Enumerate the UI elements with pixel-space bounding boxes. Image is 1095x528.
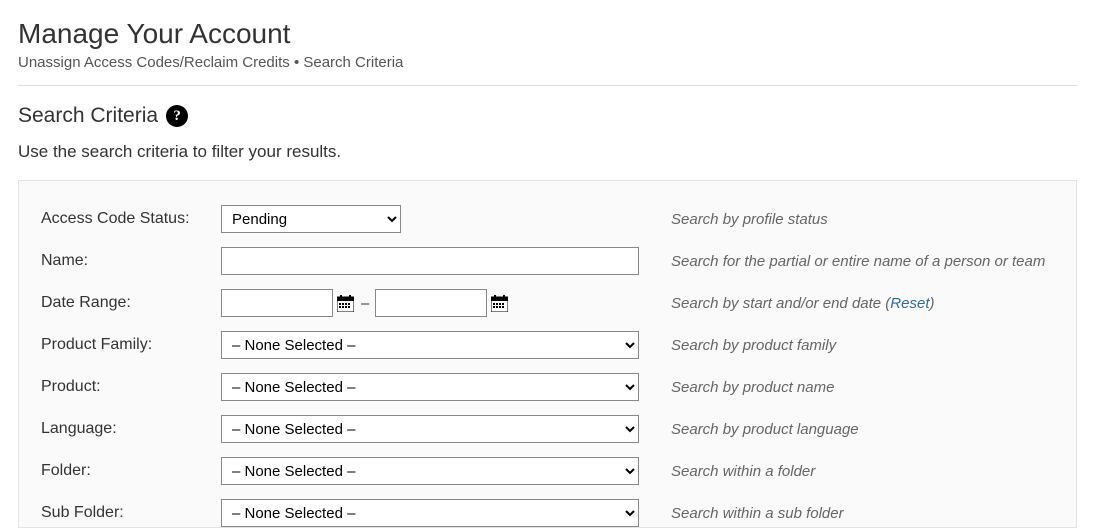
access-code-status-hint: Search by profile status bbox=[641, 211, 1054, 228]
calendar-icon[interactable] bbox=[337, 295, 355, 312]
folder-hint: Search within a folder bbox=[641, 463, 1054, 480]
sub-folder-select[interactable]: – None Selected – bbox=[221, 499, 639, 527]
product-label: Product: bbox=[41, 378, 221, 396]
access-code-status-label: Access Code Status: bbox=[41, 210, 221, 228]
search-criteria-panel: Access Code Status: Pending Search by pr… bbox=[18, 180, 1077, 528]
language-select[interactable]: – None Selected – bbox=[221, 415, 639, 443]
language-label: Language: bbox=[41, 420, 221, 438]
folder-label: Folder: bbox=[41, 462, 221, 480]
date-range-label: Date Range: bbox=[41, 294, 221, 312]
breadcrumb: Unassign Access Codes/Reclaim Credits • … bbox=[18, 54, 1077, 71]
name-hint: Search for the partial or entire name of… bbox=[641, 253, 1054, 270]
section-description: Use the search criteria to filter your r… bbox=[18, 142, 1077, 162]
product-select[interactable]: – None Selected – bbox=[221, 373, 639, 401]
date-start-input[interactable] bbox=[221, 289, 333, 317]
help-icon[interactable]: ? bbox=[166, 105, 188, 127]
product-family-select[interactable]: – None Selected – bbox=[221, 331, 639, 359]
product-hint: Search by product name bbox=[641, 379, 1054, 396]
divider bbox=[18, 85, 1077, 86]
name-input[interactable] bbox=[221, 247, 639, 275]
page-title: Manage Your Account bbox=[18, 18, 1077, 50]
reset-link[interactable]: Reset bbox=[890, 295, 929, 312]
folder-select[interactable]: – None Selected – bbox=[221, 457, 639, 485]
section-title: Search Criteria bbox=[18, 104, 158, 128]
access-code-status-select[interactable]: Pending bbox=[221, 205, 401, 233]
sub-folder-label: Sub Folder: bbox=[41, 504, 221, 522]
date-end-input[interactable] bbox=[375, 289, 487, 317]
date-range-separator: – bbox=[361, 295, 369, 312]
product-family-label: Product Family: bbox=[41, 336, 221, 354]
product-family-hint: Search by product family bbox=[641, 337, 1054, 354]
date-range-hint: Search by start and/or end date (Reset) bbox=[641, 295, 1054, 312]
language-hint: Search by product language bbox=[641, 421, 1054, 438]
sub-folder-hint: Search within a sub folder bbox=[641, 505, 1054, 522]
calendar-icon[interactable] bbox=[491, 295, 509, 312]
name-label: Name: bbox=[41, 252, 221, 270]
